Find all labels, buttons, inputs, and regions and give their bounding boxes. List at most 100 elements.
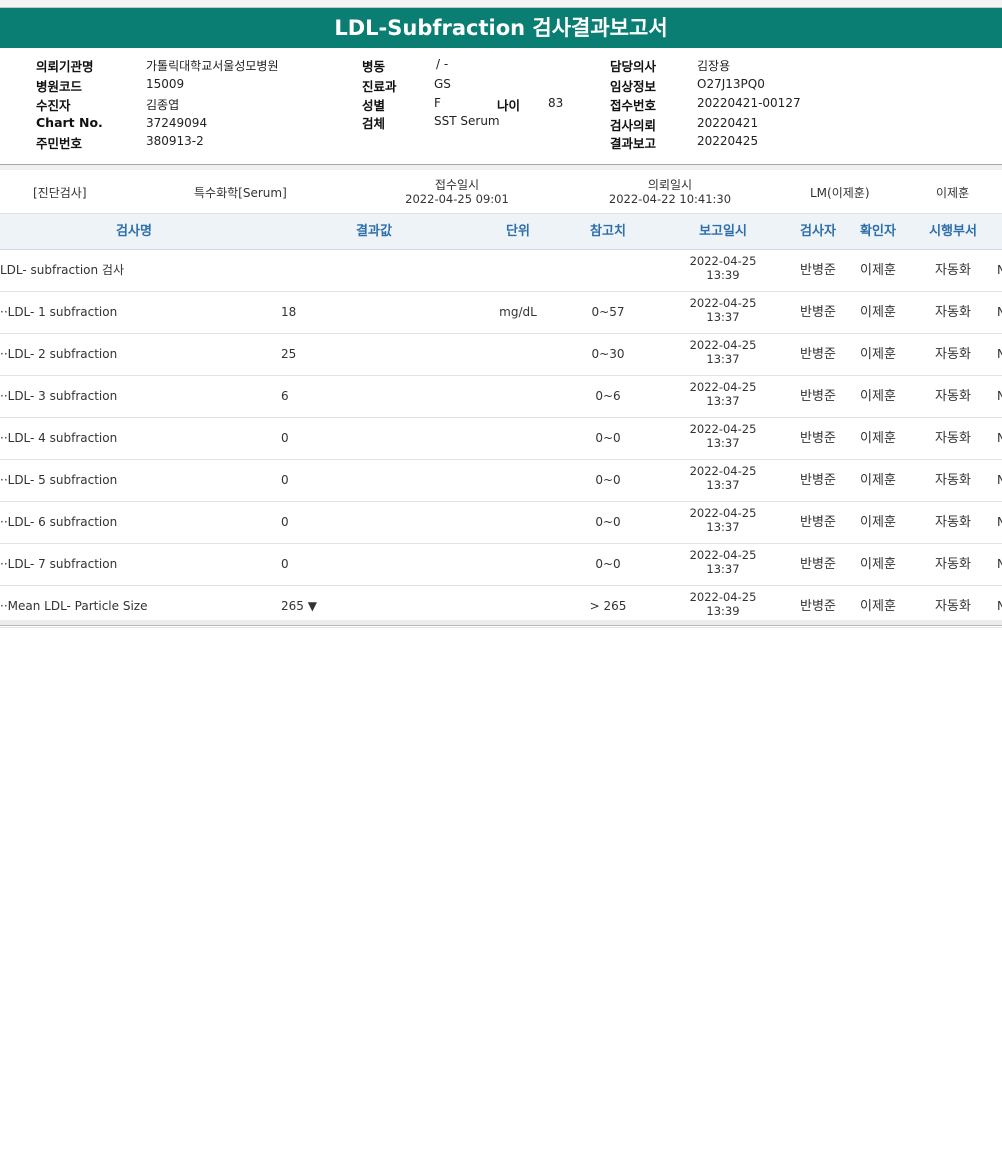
table-row[interactable]: ··LDL- 2 subfraction 25 0~30 반병준 이제훈 자동화 N 2022…: [0, 334, 1002, 376]
cell-result: 6: [281, 389, 289, 403]
cell-confirmer: 이제훈: [860, 305, 896, 320]
cell-confirmer: 이제훈: [860, 263, 896, 278]
cell-report-datetime: 2022-04-25 13:37: [678, 464, 768, 492]
results-table: 검사명 결과값 단위 참고치 보고일시 검사자 확인자 시행부서 LDL- su…: [0, 213, 1002, 628]
requested-label: 의뢰일시: [647, 178, 693, 192]
chart-no-value: 37249094: [146, 116, 208, 130]
cell-reference: 0~0: [595, 515, 621, 529]
cell-report-datetime: 2022-04-25 13:37: [678, 506, 768, 534]
cell-name: ··LDL- 1 subfraction: [0, 305, 118, 319]
table-header: 검사명 결과값 단위 참고치 보고일시 검사자 확인자 시행부서: [0, 213, 1002, 250]
cell-name: ··LDL- 4 subfraction: [0, 431, 118, 445]
cell-reference: 0~57: [591, 305, 625, 319]
doctor-label: 담당의사: [610, 59, 657, 74]
cell-report-time: 13:37: [706, 436, 740, 450]
col-header-result: 결과값: [356, 224, 392, 239]
cell-confirmer: 이제훈: [860, 431, 896, 446]
cell-tester: 반병준: [800, 515, 836, 530]
cell-confirmer: 이제훈: [860, 473, 896, 488]
cell-extra: N: [997, 305, 1002, 319]
report-date-value: 20220425: [697, 134, 759, 148]
cell-report-datetime: 2022-04-25 13:37: [678, 548, 768, 576]
cell-report-time: 13:37: [706, 310, 740, 324]
cell-extra: N: [997, 263, 1002, 277]
cell-name: ··LDL- 5 subfraction: [0, 473, 118, 487]
table-row[interactable]: ··LDL- 7 subfraction 0 0~0 반병준 이제훈 자동화 N 2022-0…: [0, 544, 1002, 586]
cell-reference: 0~6: [595, 389, 621, 403]
cell-tester: 반병준: [800, 431, 836, 446]
cell-extra: N: [997, 473, 1002, 487]
table-row[interactable]: ··LDL- 5 subfraction 0 0~0 반병준 이제훈 자동화 N 2022-0…: [0, 460, 1002, 502]
cell-name: ··LDL- 6 subfraction: [0, 515, 118, 529]
specimen-value: SST Serum: [434, 114, 500, 128]
cell-name: ··LDL- 7 subfraction: [0, 557, 118, 571]
cell-name: ··LDL- 2 subfraction: [0, 347, 118, 361]
cell-report-date: 2022-04-25: [689, 548, 757, 562]
cell-name: ··LDL- 3 subfraction: [0, 389, 118, 403]
resident-no-label: 주민번호: [36, 136, 83, 151]
cell-name: LDL- subfraction 검사: [0, 263, 125, 277]
table-row[interactable]: ··LDL- 1 subfraction 18 mg/dL 0~57 반병준 이제훈 자동화…: [0, 292, 1002, 334]
cell-dept: 자동화: [935, 473, 971, 488]
cell-tester: 반병준: [800, 263, 836, 278]
cell-dept: 자동화: [935, 431, 971, 446]
institution-label: 의뢰기관명: [36, 59, 94, 74]
col-header-report-time: 보고일시: [699, 224, 747, 239]
accession-label: 접수번호: [610, 98, 657, 113]
cell-dept: 자동화: [935, 263, 971, 278]
test-category: [진단검사]: [33, 186, 87, 200]
sex-value: F: [434, 96, 441, 110]
table-row[interactable]: ··LDL- 4 subfraction 0 0~0 반병준 이제훈 자동화 N 2022-0…: [0, 418, 1002, 460]
report-title: LDL-Subfraction 검사결과보고서: [0, 8, 1002, 48]
cell-confirmer: 이제훈: [860, 557, 896, 572]
cell-report-date: 2022-04-25: [689, 506, 757, 520]
col-header-reference: 참고치: [590, 224, 626, 239]
hospital-code-label: 병원코드: [36, 79, 83, 94]
cell-reference: 0~0: [595, 557, 621, 571]
cell-report-time: 13:37: [706, 352, 740, 366]
cell-dept: 자동화: [935, 347, 971, 362]
cell-tester: 반병준: [800, 557, 836, 572]
order-summary: [진단검사] 특수화학[Serum] 접수일시 2022-04-25 09:01…: [0, 169, 1002, 213]
cell-report-time: 13:39: [706, 268, 740, 282]
cell-extra: N: [997, 515, 1002, 529]
lm-doctor: LM(이제훈): [810, 186, 870, 200]
received-datetime: 2022-04-25 09:01: [405, 192, 509, 206]
table-row[interactable]: ··LDL- 3 subfraction 6 0~6 반병준 이제훈 자동화 N 2022-0…: [0, 376, 1002, 418]
cell-report-datetime: 2022-04-25 13:39: [678, 254, 768, 282]
table-row[interactable]: ··LDL- 6 subfraction 0 0~0 반병준 이제훈 자동화 N 2022-0…: [0, 502, 1002, 544]
cell-report-time: 13:39: [706, 604, 740, 618]
cell-extra: N: [997, 431, 1002, 445]
cell-result: 25: [281, 347, 297, 361]
department-label: 진료과: [362, 79, 397, 94]
cell-reference: 0~0: [595, 431, 621, 445]
accession-value: 20220421-00127: [697, 96, 801, 110]
doctor-value: 김장용: [697, 59, 731, 73]
resident-no-value: 380913-2: [146, 134, 204, 148]
col-header-confirmer: 확인자: [860, 224, 896, 239]
patient-name-value: 김종엽: [146, 98, 180, 112]
cell-result: 0: [281, 473, 289, 487]
cell-confirmer: 이제훈: [860, 515, 896, 530]
cell-report-date: 2022-04-25: [689, 590, 757, 604]
col-header-unit: 단위: [506, 224, 530, 239]
cell-report-date: 2022-04-25: [689, 422, 757, 436]
request-date-label: 검사의뢰: [610, 118, 657, 133]
col-header-dept: 시행부서: [929, 224, 977, 239]
clinical-info-value: O27J13PQ0: [697, 77, 765, 91]
cell-result: 18: [281, 305, 297, 319]
cell-confirmer: 이제훈: [860, 347, 896, 362]
patient-label: 수진자: [36, 98, 71, 113]
cell-result: 0: [281, 515, 289, 529]
chart-no-label: Chart No.: [36, 115, 103, 130]
cell-result: 0: [281, 557, 289, 571]
age-label: 나이: [497, 98, 521, 113]
cell-report-datetime: 2022-04-25 13:37: [678, 422, 768, 450]
clinical-info-label: 임상정보: [610, 79, 657, 94]
cell-dept: 자동화: [935, 557, 971, 572]
department-value: GS: [434, 77, 451, 91]
test-group: 특수화학[Serum]: [194, 186, 287, 200]
table-row[interactable]: LDL- subfraction 검사 반병준 이제훈 자동화 N 2022-04-25 1…: [0, 250, 1002, 292]
cell-tester: 반병준: [800, 389, 836, 404]
cell-report-datetime: 2022-04-25 13:37: [678, 380, 768, 408]
